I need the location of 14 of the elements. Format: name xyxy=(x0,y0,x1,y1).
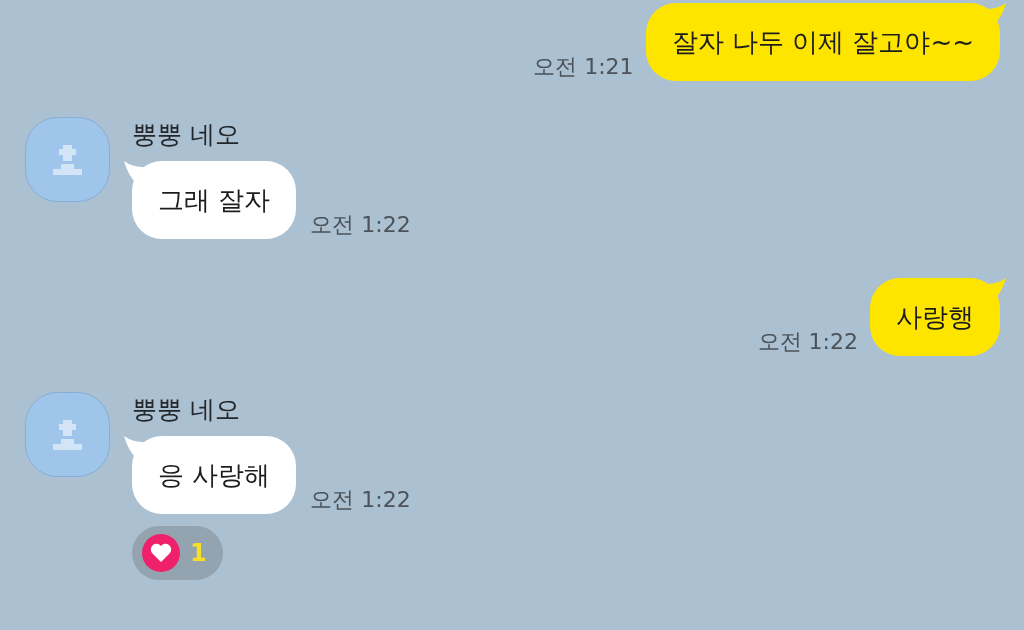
message-time: 오전 1:22 xyxy=(310,486,411,514)
bubble-tail xyxy=(124,436,144,458)
bubble-tail xyxy=(124,161,144,183)
sender-name: 뿡뿡 네오 xyxy=(132,119,240,151)
avatar-icon xyxy=(25,392,110,477)
bubble-tail xyxy=(986,3,1006,25)
sender-name: 뿡뿡 네오 xyxy=(132,394,240,426)
message-time: 오전 1:22 xyxy=(757,328,858,356)
message-time: 오전 1:22 xyxy=(310,211,411,239)
reaction-count: 1 xyxy=(190,539,207,567)
avatar-icon xyxy=(25,117,110,202)
reaction-pill[interactable]: 1 xyxy=(132,526,223,580)
bubble-tail xyxy=(986,278,1006,300)
message-time: 오전 1:21 xyxy=(533,53,634,81)
